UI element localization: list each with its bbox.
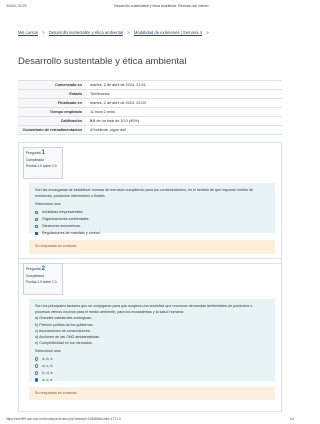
question-info: Pregunta 1 Completada Puntúa 1.0 sobre 1…	[23, 147, 63, 179]
answer-option-selected[interactable]: Regulaciones de mandato y control.	[35, 231, 269, 235]
question-card: Pregunta 2 Completada Puntúa 1.0 sobre 1…	[18, 258, 282, 412]
summary-row: Estado Terminados	[18, 90, 282, 99]
answer-option[interactable]: Sanciones económicas.	[35, 224, 269, 228]
print-title: Desarrollo sustentable y ética ambiental…	[114, 4, 209, 8]
summary-label: Finalizado en	[18, 99, 86, 107]
answer-option-label: a, b, e	[42, 357, 53, 362]
attempt-summary-table: Comenzado en martes, 2 de abril de 2024,…	[18, 80, 282, 135]
answer-option[interactable]: Organizaciones ambientales.	[35, 217, 269, 221]
summary-label: Estado	[18, 90, 86, 98]
radio-checked-icon[interactable]	[35, 378, 39, 382]
radio-icon[interactable]	[35, 357, 39, 361]
summary-value: Terminados	[90, 92, 110, 96]
breadcrumb-course[interactable]: Desarrollo sustentable y ética ambiental	[49, 30, 123, 35]
answer-option-label: b, d, e	[42, 371, 53, 376]
question-number: Pregunta 1	[26, 150, 45, 156]
answer-option-label: a, c, e	[42, 378, 53, 383]
print-page-number: 1/4	[289, 417, 294, 421]
print-header: 3/4/24, 22:29 Desarrollo sustentable y é…	[0, 0, 300, 12]
question-text-line: emisiones, productos intermedios o final…	[35, 194, 106, 199]
checkbox-icon[interactable]	[35, 210, 38, 214]
print-url: https://sneb99.ubn.edu.mx/mod/quiz/revie…	[6, 417, 121, 421]
summary-value: martes, 2 de abril de 2024, 21:51	[90, 83, 146, 87]
question-status: Completada	[26, 274, 44, 278]
breadcrumb: Mis cursos > Desarrollo sustentable y ét…	[18, 30, 212, 35]
answer-option-label: Iniciativas empresariales.	[42, 210, 84, 215]
breadcrumb-section[interactable]: Modalidad de exámenes | Semana 4	[134, 30, 202, 35]
summary-row: Calificación 9.0 de un total de 10.0 (90…	[18, 117, 282, 126]
answer-option-label: Sanciones económicas.	[42, 224, 81, 229]
question-text-line: e) Competitividad en los mercados.	[35, 341, 93, 346]
question-text-line: d) Acciones de las ONG ambientalistas.	[35, 334, 100, 339]
summary-label: Comentario de retroalimentación	[18, 126, 86, 134]
radio-icon[interactable]	[35, 364, 39, 368]
question-card: Pregunta 1 Completada Puntúa 1.0 sobre 1…	[18, 142, 282, 264]
checkbox-checked-icon[interactable]	[35, 231, 38, 235]
summary-row: Finalizado en martes, 2 de abril de 2024…	[18, 99, 282, 108]
question-content: Son los principales factores que se conj…	[29, 299, 275, 382]
page-title: Desarrollo sustentable y ética ambiental	[18, 56, 187, 67]
question-text-line: c) Asociaciones de consumidores.	[35, 328, 91, 333]
answer-option-label: Organizaciones ambientales.	[42, 217, 90, 222]
summary-value: ¡Excelente, sigue así!	[90, 128, 127, 132]
grade-total: de un total de 10.0 (90%)	[95, 119, 139, 123]
question-text-line: Son las encargadas de establecer normas …	[35, 188, 254, 192]
summary-row: Tiempo empleado 11 hora 2 mins	[18, 108, 282, 117]
breadcrumb-separator: >	[206, 30, 209, 35]
question-text-line: Son los principales factores que se conj…	[35, 304, 253, 308]
question-content: Son las encargadas de establecer normas …	[29, 183, 275, 235]
answer-option[interactable]: a, c, d	[35, 364, 269, 368]
question-status: Completada	[26, 158, 44, 162]
question-text-line: a) Grandes catástrofes ecológicas.	[35, 316, 92, 321]
answer-option-label: Regulaciones de mandato y control.	[42, 231, 101, 236]
question-text-line: b) Presión política de los gobiernos.	[35, 322, 94, 327]
answer-option-label: a, c, d	[42, 364, 53, 369]
feedback-box: Su respuesta es correcta.	[29, 387, 275, 400]
summary-row: Comentario de retroalimentación ¡Excelen…	[18, 126, 282, 135]
question-number: Pregunta 2	[26, 266, 45, 272]
answer-option[interactable]: Iniciativas empresariales.	[35, 210, 269, 214]
print-date: 3/4/24, 22:29	[6, 4, 27, 8]
question-score: Puntúa 1.0 sobre 1.0	[26, 280, 57, 284]
summary-value: 11 hora 2 mins	[90, 110, 115, 114]
breadcrumb-my-courses[interactable]: Mis cursos	[18, 30, 38, 35]
breadcrumb-separator: >	[127, 30, 130, 35]
answer-option[interactable]: a, b, e	[35, 357, 269, 361]
checkbox-icon[interactable]	[35, 224, 38, 228]
question-instruction: Seleccione una:	[35, 349, 62, 354]
feedback-text: Su respuesta es correcta.	[35, 391, 78, 395]
summary-label: Comenzado en	[18, 81, 86, 89]
summary-value: 9.0 de un total de 10.0 (90%)	[86, 117, 143, 125]
question-score: Puntúa 1.0 sobre 1.0	[26, 164, 57, 168]
feedback-text: Su respuesta es correcta.	[35, 244, 78, 248]
radio-icon[interactable]	[35, 371, 39, 375]
summary-label: Calificación	[18, 117, 86, 125]
feedback-box: Su respuesta es correcta.	[29, 240, 275, 254]
checkbox-icon[interactable]	[35, 217, 38, 221]
summary-label: Tiempo empleado	[18, 108, 86, 116]
summary-row: Comenzado en martes, 2 de abril de 2024,…	[18, 81, 282, 90]
question-text-line: procesos menos nocivos para el medio amb…	[35, 310, 184, 315]
summary-value: martes, 2 de abril de 2024, 22:03	[90, 101, 146, 105]
answer-option[interactable]: b, d, e	[35, 371, 269, 375]
question-info: Pregunta 2 Completada Puntúa 1.0 sobre 1…	[23, 263, 63, 295]
breadcrumb-separator: >	[42, 30, 45, 35]
question-instruction: Seleccione una:	[35, 202, 62, 207]
answer-option-selected[interactable]: a, c, e	[35, 378, 269, 382]
